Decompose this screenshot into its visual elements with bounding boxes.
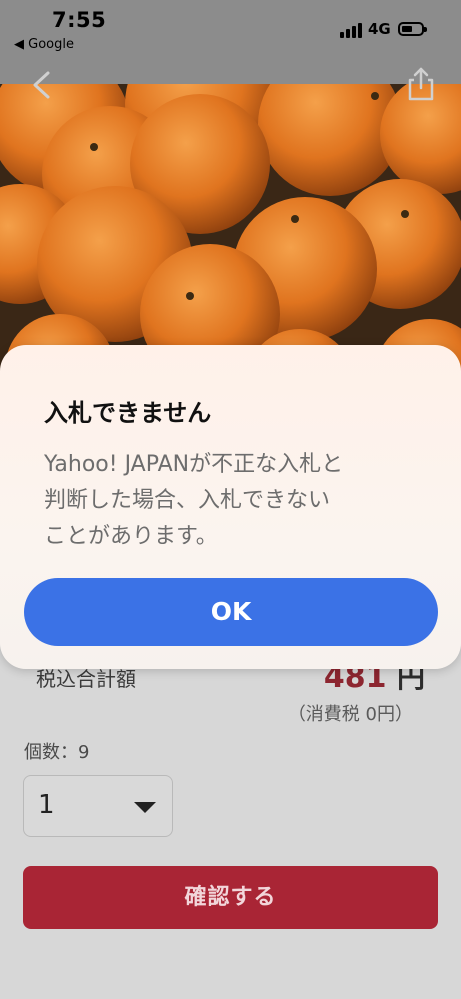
share-icon[interactable] [404,66,438,102]
alert-message: Yahoo! JAPANが不正な入札と 判断した場合、入札できない ことがありま… [44,452,344,549]
product-image [0,84,461,384]
alert-title: 入札できません [44,399,212,427]
quantity-select[interactable]: 1 [23,775,173,837]
oranges-image [0,84,461,384]
quantity-label: 個数：9 [24,742,90,763]
status-bar: 7:55 ◀ Google 4G [0,0,461,84]
signal-icon [340,22,364,38]
alert-dialog: 入札できません Yahoo! JAPANが不正な入札と 判断した場合、入札できな… [0,345,461,669]
back-to-google-link[interactable]: ◀ Google [14,37,74,52]
quantity-value: 1 [38,790,55,820]
status-time: 7:55 [52,8,107,32]
caret-down-icon [134,802,156,813]
confirm-button[interactable]: 確認する [23,866,438,929]
network-type: 4G [368,20,391,38]
tax-note: （消費税 0円） [287,704,413,725]
ok-button[interactable]: OK [24,578,438,646]
battery-icon [398,22,427,36]
back-chevron-icon[interactable] [30,70,52,100]
